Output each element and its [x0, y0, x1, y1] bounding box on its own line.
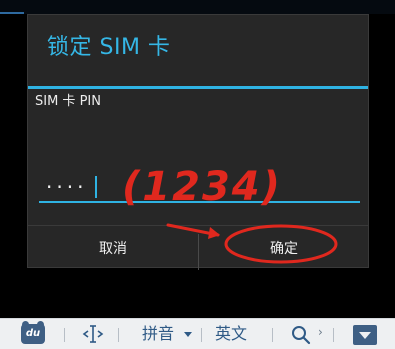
pin-input[interactable]: ····	[46, 176, 87, 198]
handwritten-pin-text: (1234)	[122, 164, 282, 210]
title-divider	[28, 86, 368, 89]
handwritten-annotation: (1234)	[122, 164, 282, 210]
cursor-move-icon[interactable]	[82, 323, 104, 345]
ime-logo-text: du	[25, 328, 41, 339]
ime-toolbar: du 拼音 英文 ›	[0, 318, 395, 349]
lock-sim-dialog: 锁定 SIM 卡 SIM 卡 PIN ···· (1234) 取消 确定	[27, 14, 369, 270]
hide-keyboard-icon[interactable]	[353, 325, 377, 345]
text-cursor	[95, 176, 97, 198]
baidu-ime-logo-icon[interactable]: du	[21, 321, 45, 344]
pinyin-dropdown-icon[interactable]	[184, 332, 192, 337]
toolbar-divider	[201, 328, 202, 342]
more-chevron-icon[interactable]: ›	[318, 325, 323, 339]
toolbar-divider	[333, 328, 334, 342]
english-mode-button[interactable]: 英文	[215, 324, 247, 344]
search-icon[interactable]	[291, 325, 311, 345]
status-bar-strip	[0, 0, 395, 14]
toolbar-divider	[64, 328, 65, 342]
pinyin-mode-button[interactable]: 拼音	[142, 324, 174, 344]
status-bar-accent	[0, 12, 24, 14]
toolbar-divider	[118, 328, 119, 342]
sim-pin-label: SIM 卡 PIN	[35, 94, 101, 109]
toolbar-divider	[272, 328, 273, 342]
arrow-annotation	[166, 223, 220, 239]
dialog-title: 锁定 SIM 卡	[47, 35, 171, 60]
confirm-circle-annotation	[224, 224, 338, 264]
